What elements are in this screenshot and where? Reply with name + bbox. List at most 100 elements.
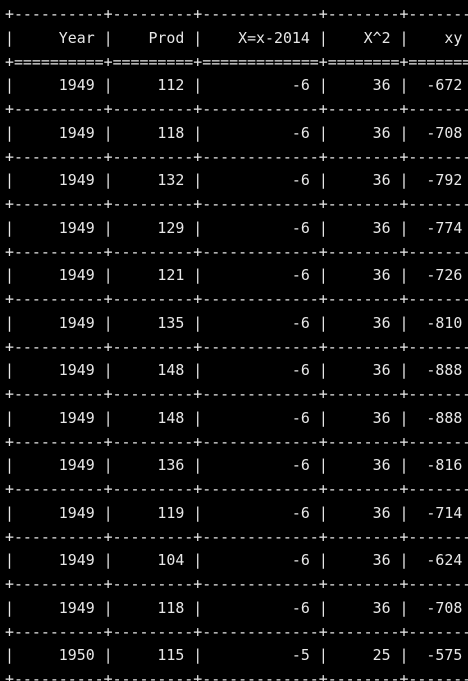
table-cell-2: -6 — [211, 218, 319, 237]
table-cell-3: 36 — [336, 456, 400, 475]
table-row: | 1949 | 132 | -6 | 36 | -792 | — [5, 169, 468, 193]
table-cell-3: 36 — [336, 76, 400, 95]
table-cell-2: -6 — [211, 598, 319, 617]
table-cell-0: 1949 — [22, 361, 104, 380]
table-cell-4: -714 — [417, 503, 468, 522]
table-row: | 1949 | 119 | -6 | 36 | -714 | — [5, 502, 468, 526]
table-cell-2: -6 — [211, 123, 319, 142]
table-row: | 1949 | 136 | -6 | 36 | -816 | — [5, 454, 468, 478]
table-header-row: | Year | Prod | X=x-2014 | X^2 | xy | — [5, 27, 468, 51]
table-cell-4: -810 — [417, 313, 468, 332]
table-cell-0: 1949 — [22, 266, 104, 285]
table-row: | 1949 | 121 | -6 | 36 | -726 | — [5, 264, 468, 288]
table-row: | 1949 | 118 | -6 | 36 | -708 | — [5, 122, 468, 146]
table-cell-0: 1950 — [22, 646, 104, 665]
table-cell-1: 148 — [121, 408, 194, 427]
table-cell-3: 36 — [336, 551, 400, 570]
table-border: +----------+---------+-------------+----… — [5, 5, 468, 23]
table-cell-0: 1949 — [22, 76, 104, 95]
table-cell-0: 1949 — [22, 456, 104, 475]
table-row-separator: +----------+---------+-------------+----… — [5, 480, 468, 498]
table-cell-1: 148 — [121, 361, 194, 380]
table-cell-4: -888 — [417, 408, 468, 427]
table-row: | 1949 | 148 | -6 | 36 | -888 | — [5, 407, 468, 431]
table-row-separator: +----------+---------+-------------+----… — [5, 575, 468, 593]
table-row: | 1949 | 129 | -6 | 36 | -774 | — [5, 217, 468, 241]
table-cell-4: -726 — [417, 266, 468, 285]
table-cell-1: 104 — [121, 551, 194, 570]
table-cell-2: -6 — [211, 408, 319, 427]
table-cell-2: -6 — [211, 361, 319, 380]
table-cell-3: 36 — [336, 313, 400, 332]
table-cell-0: 1949 — [22, 123, 104, 142]
table-cell-4: -816 — [417, 456, 468, 475]
table-cell-2: -6 — [211, 266, 319, 285]
table-cell-4: -575 — [417, 646, 468, 665]
table-row-separator: +----------+---------+-------------+----… — [5, 242, 468, 261]
table-row: | 1949 | 148 | -6 | 36 | -888 | — [5, 359, 468, 383]
table-cell-0: 1949 — [22, 551, 104, 570]
header-cell-2: X=x-2014 — [211, 28, 319, 47]
table-cell-1: 115 — [121, 646, 194, 665]
table-cell-3: 25 — [336, 646, 400, 665]
table-row-separator: +----------+---------+-------------+----… — [5, 100, 468, 118]
table-cell-4: -792 — [417, 171, 468, 190]
table-cell-0: 1949 — [22, 503, 104, 522]
table-cell-3: 36 — [336, 408, 400, 427]
table-cell-2: -6 — [211, 313, 319, 332]
table-row-separator: +----------+---------+-------------+----… — [5, 290, 468, 308]
table-cell-4: -624 — [417, 551, 468, 570]
table-row-separator: +----------+---------+-------------+----… — [5, 670, 468, 681]
table-cell-3: 36 — [336, 266, 400, 285]
ascii-table: +----------+---------+-------------+----… — [5, 3, 468, 681]
table-row: | 1949 | 104 | -6 | 36 | -624 | — [5, 549, 468, 573]
table-row-separator: +----------+---------+-------------+----… — [5, 195, 468, 213]
table-row: | 1949 | 118 | -6 | 36 | -708 | — [5, 597, 468, 621]
table-cell-2: -6 — [211, 171, 319, 190]
table-cell-4: -774 — [417, 218, 468, 237]
table-cell-3: 36 — [336, 123, 400, 142]
table-cell-1: 119 — [121, 503, 194, 522]
header-cell-4: xy — [417, 28, 468, 47]
table-row-separator: +----------+---------+-------------+----… — [5, 385, 468, 403]
table-cell-0: 1949 — [22, 171, 104, 190]
table-cell-4: -888 — [417, 361, 468, 380]
console-window: +----------+---------+-------------+----… — [5, 3, 468, 681]
table-header-separator: +==========+=========+=============+====… — [5, 52, 468, 71]
table-row-separator: +----------+---------+-------------+----… — [5, 432, 468, 451]
header-cell-3: X^2 — [336, 28, 400, 47]
header-cell-0: Year — [22, 28, 104, 47]
table-cell-2: -5 — [211, 646, 319, 665]
table-cell-0: 1949 — [22, 218, 104, 237]
table-cell-1: 132 — [121, 171, 194, 190]
table-cell-2: -6 — [211, 456, 319, 475]
header-cell-1: Prod — [121, 28, 194, 47]
table-cell-0: 1949 — [22, 598, 104, 617]
table-cell-2: -6 — [211, 76, 319, 95]
table-cell-1: 129 — [121, 218, 194, 237]
table-cell-1: 121 — [121, 266, 194, 285]
table-cell-0: 1949 — [22, 313, 104, 332]
table-cell-3: 36 — [336, 171, 400, 190]
table-row-separator: +----------+---------+-------------+----… — [5, 527, 468, 546]
table-cell-3: 36 — [336, 503, 400, 522]
table-row: | 1949 | 135 | -6 | 36 | -810 | — [5, 312, 468, 336]
table-cell-4: -708 — [417, 598, 468, 617]
table-row-separator: +----------+---------+-------------+----… — [5, 337, 468, 356]
table-row-separator: +----------+---------+-------------+----… — [5, 147, 468, 166]
table-row: | 1949 | 112 | -6 | 36 | -672 | — [5, 74, 468, 98]
table-cell-0: 1949 — [22, 408, 104, 427]
table-cell-2: -6 — [211, 503, 319, 522]
table-row: | 1950 | 115 | -5 | 25 | -575 | — [5, 644, 468, 668]
table-cell-1: 112 — [121, 76, 194, 95]
table-cell-3: 36 — [336, 218, 400, 237]
table-cell-1: 136 — [121, 456, 194, 475]
table-cell-1: 118 — [121, 598, 194, 617]
table-cell-4: -708 — [417, 123, 468, 142]
table-cell-1: 135 — [121, 313, 194, 332]
table-cell-3: 36 — [336, 598, 400, 617]
table-cell-2: -6 — [211, 551, 319, 570]
table-row-separator: +----------+---------+-------------+----… — [5, 622, 468, 641]
table-cell-3: 36 — [336, 361, 400, 380]
table-cell-1: 118 — [121, 123, 194, 142]
